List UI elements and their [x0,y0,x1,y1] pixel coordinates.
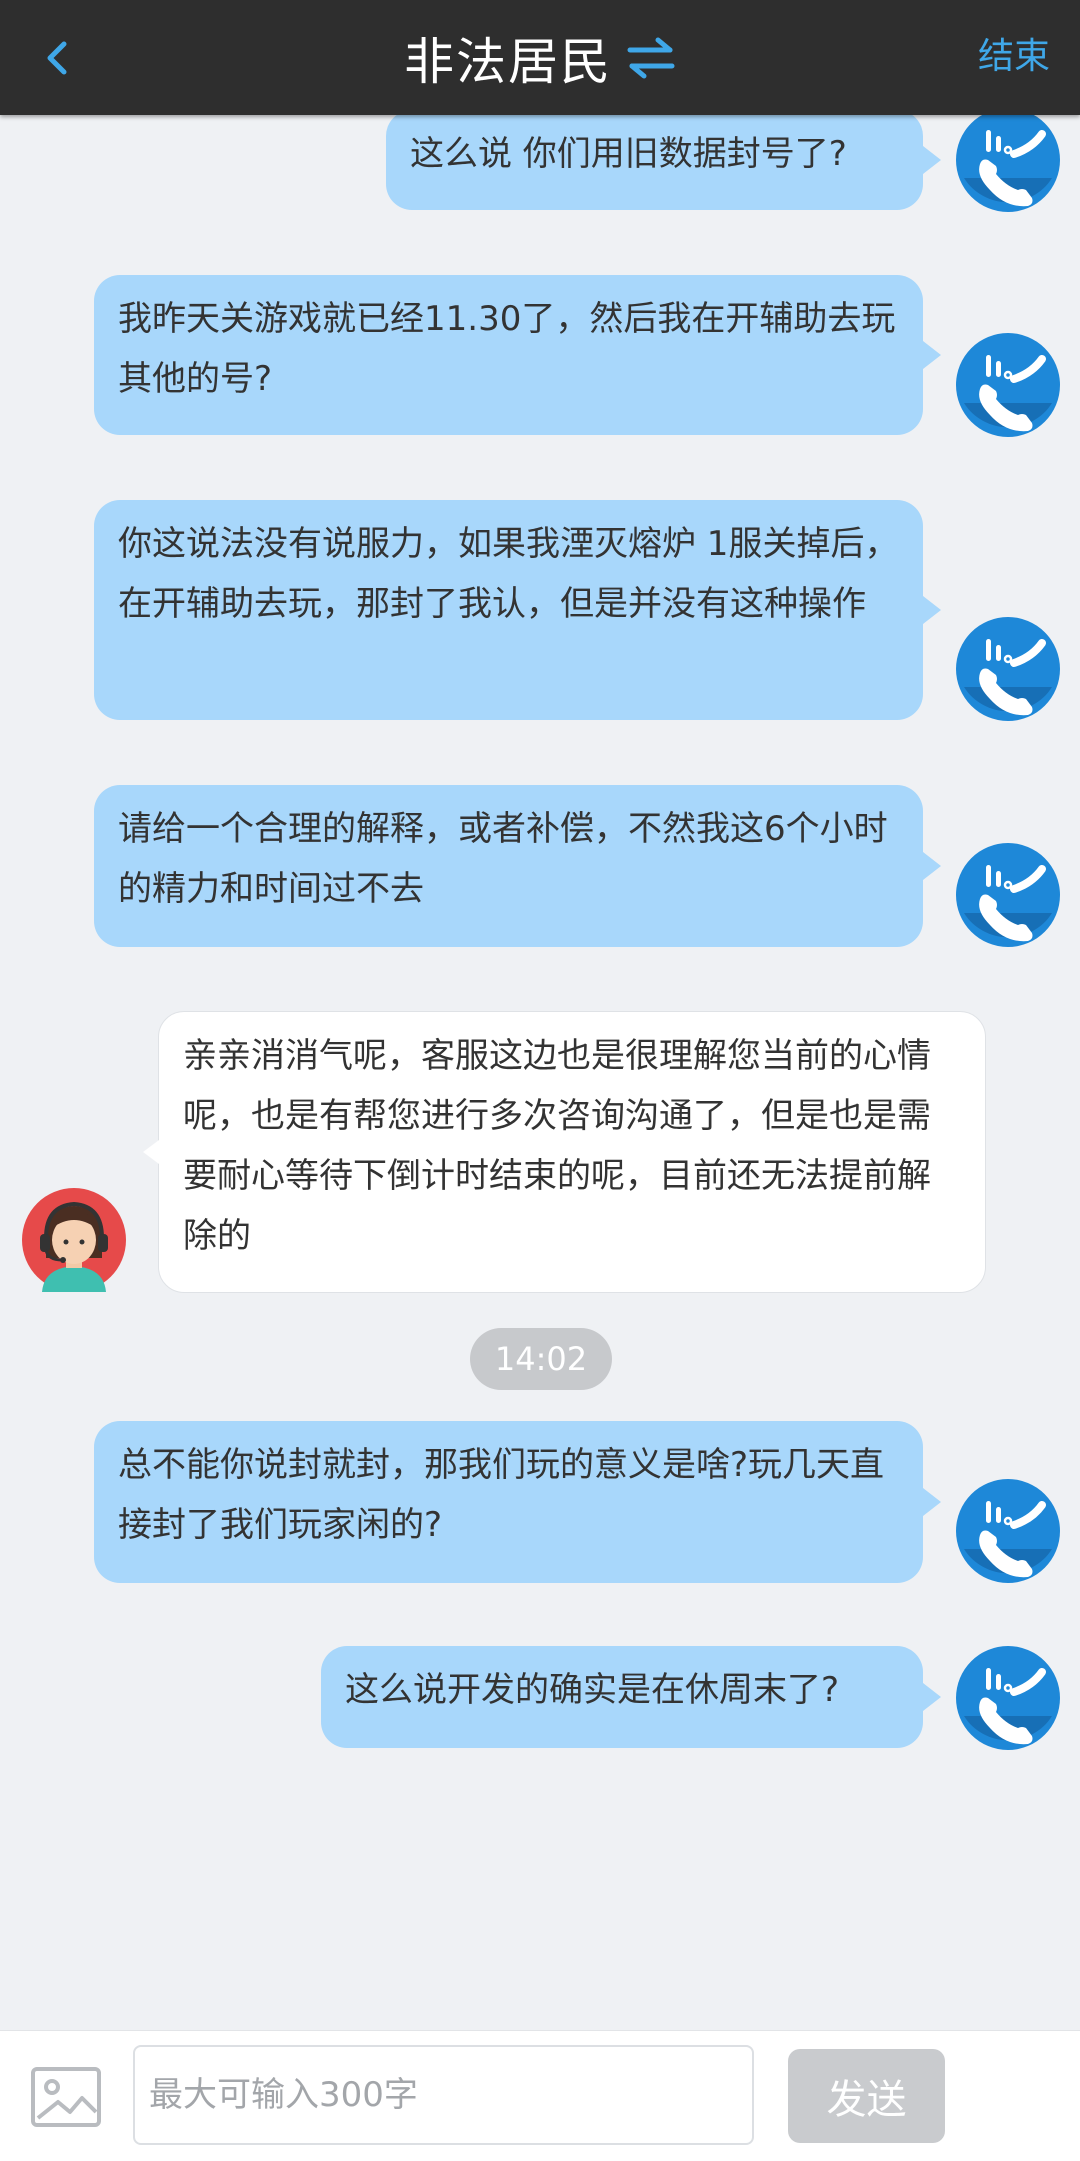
chevron-left-icon [47,41,67,75]
user-message: 请给一个合理的解释，或者补偿，不然我这6个小时的精力和时间过不去 [94,785,941,947]
message-text: 你这说法没有说服力，如果我湮灭熔炉 1服关掉后，在开辅助去玩，那封了我认，但是并… [118,524,899,624]
phone-app-icon [956,1646,1060,1750]
phone-app-icon [956,1479,1060,1583]
chat-header: 非法居民 结束 [0,0,1080,115]
customer-service-avatar [22,1188,126,1292]
message-text: 这么说 你们用旧数据封号了? [410,134,847,174]
image-icon [31,2067,101,2127]
message-text: 这么说开发的确实是在休周末了? [345,1670,840,1710]
send-button[interactable]: 发送 [788,2049,945,2143]
phone-app-icon [956,843,1060,947]
phone-app-icon [956,617,1060,721]
user-avatar[interactable] [956,333,1060,437]
user-message: 你这说法没有说服力，如果我湮灭熔炉 1服关掉后，在开辅助去玩，那封了我认，但是并… [94,500,941,720]
composer-bar: 发送 [0,2030,1080,2161]
page-title: 非法居民 [404,32,612,91]
message-input[interactable] [133,2045,754,2145]
back-button[interactable] [30,30,86,86]
user-avatar[interactable] [956,1479,1060,1583]
message-text: 请给一个合理的解释，或者补偿，不然我这6个小时的精力和时间过不去 [118,809,888,909]
message-text: 我昨天关游戏就已经11.30了，然后我在开辅助去玩其他的号? [118,299,896,399]
end-chat-button[interactable]: 结束 [978,30,1050,84]
agent-avatar[interactable] [22,1188,126,1292]
message-text: 总不能你说封就封，那我们玩的意义是啥?玩几天直接封了我们玩家闲的? [118,1445,885,1545]
swap-arrows-icon[interactable] [626,35,676,81]
user-avatar[interactable] [956,108,1060,212]
user-message: 我昨天关游戏就已经11.30了，然后我在开辅助去玩其他的号? [94,275,941,435]
user-avatar[interactable] [956,1646,1060,1750]
timestamp-badge: 14:02 [470,1328,612,1390]
user-avatar[interactable] [956,617,1060,721]
agent-message: 亲亲消消气呢，客服这边也是很理解您当前的心情呢，也是有帮您进行多次咨询沟通了，但… [143,1011,986,1293]
user-avatar[interactable] [956,843,1060,947]
user-message: 总不能你说封就封，那我们玩的意义是啥?玩几天直接封了我们玩家闲的? [94,1421,941,1583]
phone-app-icon [956,108,1060,212]
phone-app-icon [956,333,1060,437]
message-text: 亲亲消消气呢，客服这边也是很理解您当前的心情呢，也是有帮您进行多次咨询沟通了，但… [183,1036,931,1256]
image-button[interactable] [30,2066,102,2128]
user-message: 这么说开发的确实是在休周末了? [321,1646,941,1748]
user-message: 这么说 你们用旧数据封号了? [386,110,941,210]
